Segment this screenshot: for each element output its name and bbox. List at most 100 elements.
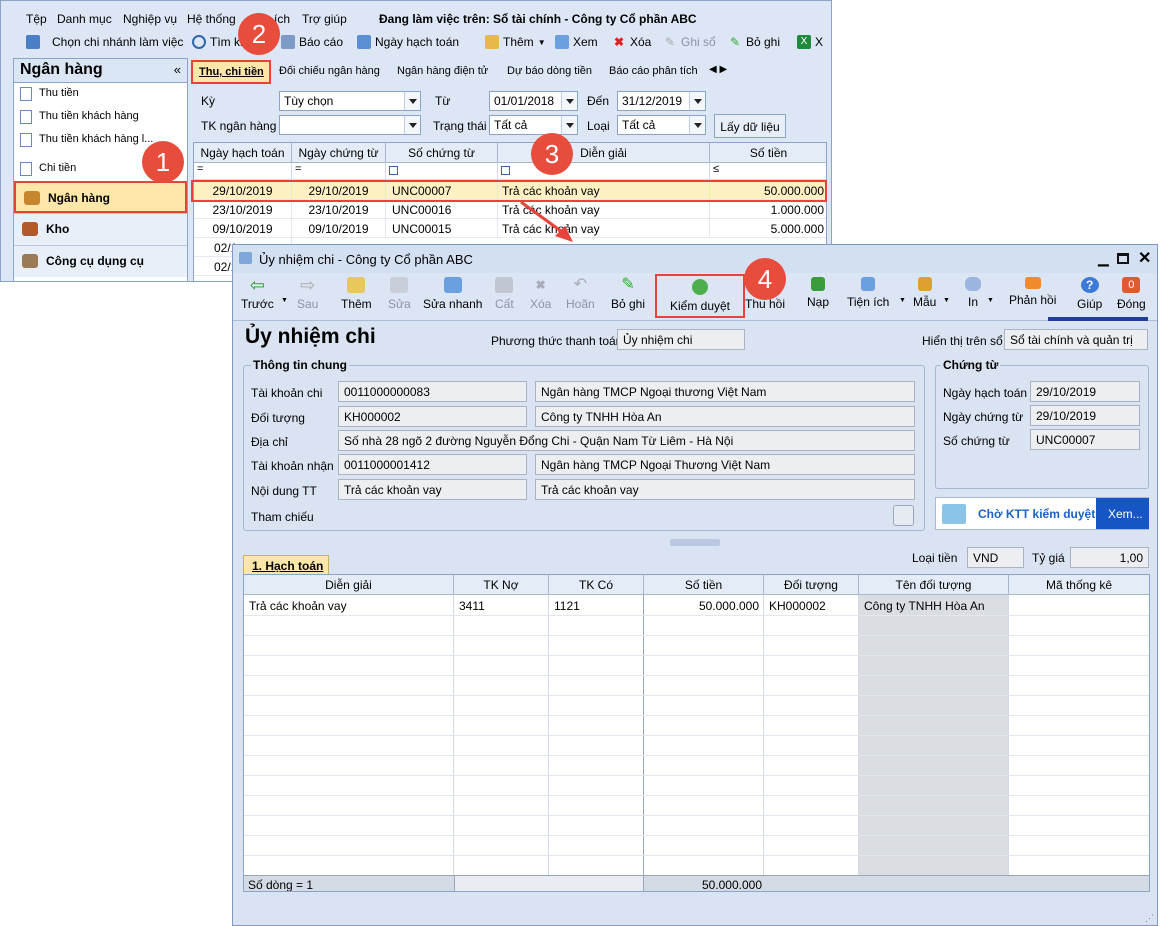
col-voucher-no[interactable]: Số chứng từ	[386, 143, 498, 163]
unpost-button[interactable]: ✎ Bỏ ghi	[611, 277, 645, 312]
excel-button[interactable]: XX	[797, 35, 823, 49]
voucher-no-field[interactable]: UNC00007	[1030, 429, 1140, 450]
from-date-picker[interactable]: 01/01/2018	[489, 91, 578, 111]
chevron-down-icon[interactable]	[561, 116, 577, 134]
chevron-left-icon[interactable]: ◀	[709, 64, 717, 75]
type-select[interactable]: Tất cả	[617, 115, 706, 135]
collapse-panel-icon[interactable]: «	[174, 62, 181, 77]
period-select[interactable]: Tùy chọn	[279, 91, 421, 111]
reference-search-icon[interactable]	[893, 505, 914, 526]
posting-date-button[interactable]: Ngày hạch toán	[357, 35, 459, 49]
utilities-button[interactable]: Tiện ích ▼	[847, 277, 906, 309]
minimize-icon[interactable]: ▁	[1098, 250, 1109, 267]
feedback-button[interactable]: Phản hồi	[1009, 277, 1056, 307]
close-button[interactable]: 0 Đóng	[1117, 277, 1146, 311]
posting-date-field[interactable]: 29/10/2019	[1030, 381, 1140, 402]
payment-method-field[interactable]: Ủy nhiệm chi	[617, 329, 745, 350]
search-button[interactable]: Tìm ki	[192, 35, 243, 49]
col-description[interactable]: Diễn giải	[244, 575, 454, 595]
currency-field[interactable]: VND	[967, 547, 1024, 568]
maximize-icon[interactable]	[1117, 253, 1129, 264]
col-stat-code[interactable]: Mã thống kê	[1009, 575, 1149, 595]
module-warehouse[interactable]: Kho	[14, 213, 187, 245]
delete-button[interactable]: ✖ Xóa	[612, 35, 651, 49]
module-tools[interactable]: Công cụ dụng cụ	[14, 245, 187, 277]
chevron-down-icon[interactable]	[404, 92, 420, 110]
col-object-name[interactable]: Tên đối tượng	[859, 575, 1009, 595]
menu-system[interactable]: Hệ thống	[187, 12, 236, 26]
tab-scroll-arrows[interactable]: ◀ ▶	[709, 64, 727, 75]
to-date-picker[interactable]: 31/12/2019	[617, 91, 706, 111]
col-posting-date[interactable]: Ngày hạch toán	[194, 143, 292, 163]
col-debit-account[interactable]: TK Nợ	[454, 575, 549, 595]
col-credit-account[interactable]: TK Có	[549, 575, 644, 595]
chevron-down-icon[interactable]	[404, 116, 420, 134]
content-field[interactable]: Trả các khoản vay	[338, 479, 527, 500]
chevron-down-icon[interactable]	[689, 116, 705, 134]
col-amount[interactable]: Số tiền	[710, 143, 826, 163]
recv-account-field[interactable]: 0011000001412	[338, 454, 527, 475]
recv-bank-field[interactable]: Ngân hàng TMCP Ngoại Thương Việt Nam	[535, 454, 915, 475]
reload-button[interactable]: Nạp	[807, 277, 829, 309]
filter-description[interactable]	[498, 163, 710, 180]
menu-help[interactable]: Trợ giúp	[302, 12, 347, 26]
col-object[interactable]: Đối tượng	[764, 575, 859, 595]
add-button[interactable]: Thêm ▼	[485, 35, 546, 49]
next-button[interactable]: ⇨ Sau	[297, 276, 318, 311]
delete-button[interactable]: ✖ Xóa	[530, 277, 551, 311]
filter-posting-date[interactable]: =	[194, 163, 292, 180]
post-ledger-button[interactable]: ✎ Ghi sổ	[663, 35, 716, 49]
chevron-right-icon[interactable]: ▶	[719, 64, 727, 75]
tab-receipts-payments[interactable]: Thu, chi tiền	[191, 60, 271, 84]
prev-button[interactable]: ⇦ Trước ▼	[241, 276, 288, 311]
add-button[interactable]: Thêm	[341, 277, 372, 311]
approval-view-button[interactable]: Xem...	[1096, 498, 1149, 529]
object-name-field[interactable]: Công ty TNHH Hòa An	[535, 406, 915, 427]
module-bank[interactable]: Ngân hàng	[14, 181, 187, 213]
tab-accounting[interactable]: 1. Hạch toán	[243, 555, 329, 575]
chevron-down-icon[interactable]	[689, 92, 705, 110]
nav-item-receipt[interactable]: Thu tiền	[14, 83, 187, 106]
report-button[interactable]: Báo cáo	[281, 35, 343, 49]
voucher-date-field[interactable]: 29/10/2019	[1030, 405, 1140, 426]
col-amount[interactable]: Số tiền	[644, 575, 764, 595]
filter-voucher-no[interactable]	[386, 163, 498, 180]
approve-button[interactable]: Kiểm duyệt	[655, 274, 745, 318]
chevron-down-icon[interactable]	[561, 92, 577, 110]
bank-account-select[interactable]	[279, 115, 421, 135]
choose-branch-button[interactable]: Chọn chi nhánh làm việc	[26, 35, 183, 49]
help-button[interactable]: ? Giúp	[1077, 277, 1102, 311]
tab-bank-reconciliation[interactable]: Đối chiếu ngân hàng	[279, 65, 380, 77]
tab-analysis-report[interactable]: Báo cáo phân tích	[609, 65, 698, 77]
tab-e-banking[interactable]: Ngân hàng điện tử	[397, 65, 488, 77]
nav-item-customer-receipt[interactable]: Thu tiền khách hàng	[14, 106, 187, 129]
edit-button[interactable]: Sửa	[388, 277, 411, 311]
splitter-handle[interactable]	[670, 539, 720, 546]
unpost-button[interactable]: ✎ Bỏ ghi	[728, 35, 780, 49]
save-button[interactable]: Cất	[495, 277, 514, 311]
pay-account-field[interactable]: 0011000000083	[338, 381, 527, 402]
close-icon[interactable]: ✕	[1138, 248, 1151, 268]
menu-file[interactable]: Tệp	[26, 12, 47, 26]
menu-operations[interactable]: Nghiệp vụ	[123, 12, 177, 26]
tab-cashflow-forecast[interactable]: Dự báo dòng tiền	[507, 65, 592, 77]
col-description[interactable]: Diễn giải	[498, 143, 710, 163]
show-on-field[interactable]: Sổ tài chính và quản trị	[1004, 329, 1148, 350]
object-code-field[interactable]: KH000002	[338, 406, 527, 427]
address-field[interactable]: Số nhà 28 ngõ 2 đường Nguyễn Đổng Chi - …	[338, 430, 915, 451]
quick-edit-button[interactable]: Sửa nhanh	[423, 277, 482, 311]
col-voucher-date[interactable]: Ngày chứng từ	[292, 143, 386, 163]
status-select[interactable]: Tất cả	[489, 115, 578, 135]
rate-field[interactable]: 1,00	[1070, 547, 1149, 568]
content-detail-field[interactable]: Trả các khoản vay	[535, 479, 915, 500]
fetch-data-button[interactable]: Lấy dữ liệu	[714, 114, 786, 138]
postpone-button[interactable]: ↶ Hoãn	[566, 277, 595, 312]
pay-bank-field[interactable]: Ngân hàng TMCP Ngoại thương Việt Nam	[535, 381, 915, 402]
template-button[interactable]: Mẫu ▼	[913, 277, 950, 309]
view-button[interactable]: Xem	[555, 35, 598, 49]
print-button[interactable]: In ▼	[965, 277, 994, 309]
filter-voucher-date[interactable]: =	[292, 163, 386, 180]
filter-amount[interactable]: ≤	[710, 163, 826, 180]
resize-grip-icon[interactable]: ⋰	[1145, 913, 1155, 923]
menu-catalog[interactable]: Danh mục	[57, 12, 112, 26]
